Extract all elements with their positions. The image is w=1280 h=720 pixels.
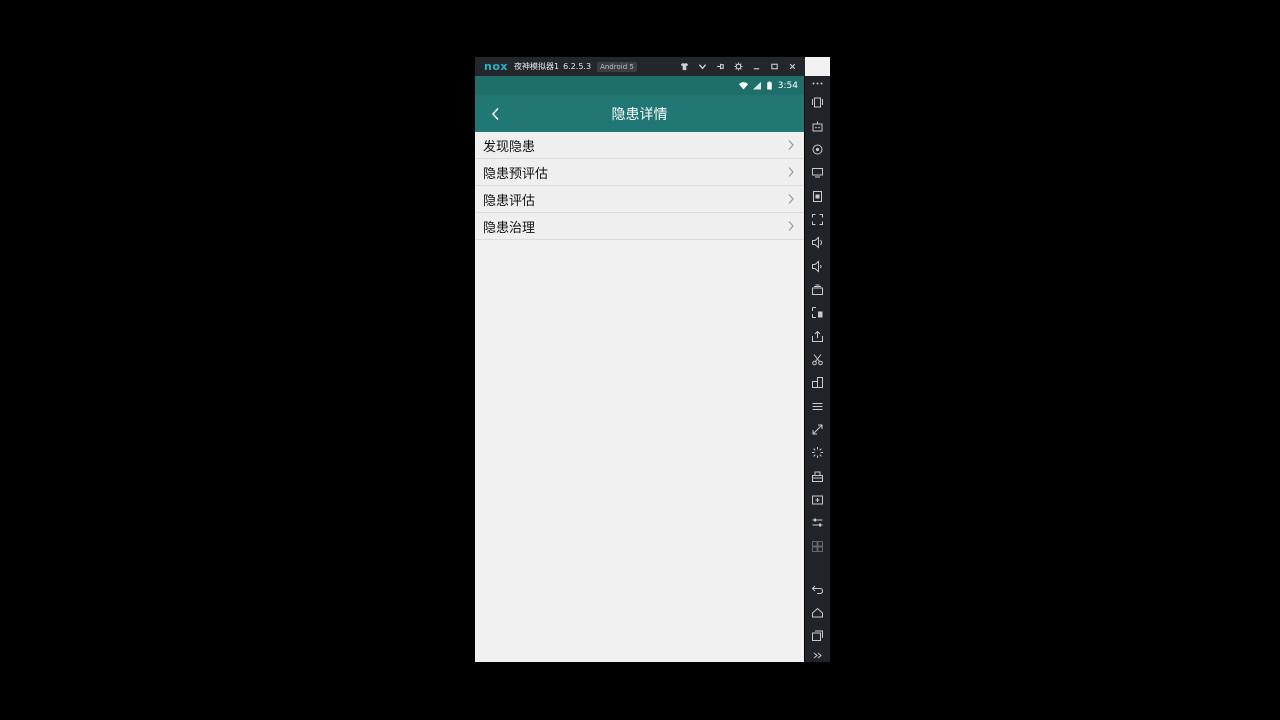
app-version: 6.2.5.3	[563, 62, 592, 71]
battery-icon	[767, 81, 772, 90]
list-item-assessment[interactable]: 隐患评估	[475, 186, 804, 213]
multi-window-icon[interactable]	[811, 376, 824, 389]
fullscreen-icon[interactable]	[811, 213, 824, 226]
sliders-icon[interactable]	[811, 516, 824, 529]
chevron-right-icon	[788, 140, 794, 150]
cut-icon[interactable]	[811, 353, 824, 366]
screenshot-record-icon[interactable]	[811, 306, 824, 319]
expand-toolbar-icon[interactable]	[811, 649, 824, 662]
wifi-icon	[738, 82, 748, 90]
recent-apps-icon[interactable]	[811, 629, 824, 642]
chevron-right-icon	[788, 167, 794, 177]
grid-disabled-icon	[811, 540, 824, 553]
add-icon[interactable]	[811, 493, 824, 506]
file-share-icon[interactable]	[811, 330, 824, 343]
minimize-icon[interactable]	[747, 57, 765, 76]
toolbox-icon[interactable]	[811, 470, 824, 483]
toolbar-header	[805, 57, 830, 76]
status-bar: 3:54	[475, 76, 804, 95]
shake-icon[interactable]	[811, 96, 824, 109]
signal-icon	[752, 81, 761, 90]
list-item-discover-hazard[interactable]: 发现隐患	[475, 132, 804, 159]
chevron-right-icon	[788, 221, 794, 231]
list-item-label: 隐患预评估	[483, 166, 549, 182]
maximize-icon[interactable]	[765, 57, 783, 76]
app-bar: 隐患详情	[475, 95, 804, 132]
chevron-right-icon	[788, 194, 794, 204]
volume-up-icon[interactable]	[811, 236, 824, 249]
hazard-detail-list: 发现隐患 隐患预评估 隐患评估 隐患治理	[475, 132, 804, 240]
titlebar-controls	[675, 57, 801, 76]
page-title: 隐患详情	[611, 106, 668, 123]
pin-icon[interactable]	[711, 57, 729, 76]
close-icon[interactable]	[783, 57, 801, 76]
list-item-pre-assessment[interactable]: 隐患预评估	[475, 159, 804, 186]
android-version-badge: Android 5	[597, 61, 637, 72]
list-item-label: 隐患评估	[483, 193, 536, 209]
list-item-label: 发现隐患	[483, 139, 536, 155]
android-screen: 3:54 隐患详情 发现隐患 隐患预评估 隐患评估 隐患治理	[475, 76, 804, 662]
emulator-titlebar[interactable]: nox 夜神模拟器1 6.2.5.3 Android 5	[475, 57, 805, 76]
back-nav-icon[interactable]	[811, 583, 824, 596]
screen-icon[interactable]	[811, 166, 824, 179]
robot-icon[interactable]	[811, 120, 824, 133]
volume-down-icon[interactable]	[811, 260, 824, 273]
resize-icon[interactable]	[811, 423, 824, 436]
menu-icon[interactable]	[811, 400, 824, 413]
home-nav-icon[interactable]	[811, 606, 824, 619]
apk-install-icon[interactable]	[811, 190, 824, 203]
emulator-window: nox 夜神模拟器1 6.2.5.3 Android 5 3:54 隐患详情 发…	[475, 57, 830, 662]
gear-icon[interactable]	[729, 57, 747, 76]
list-item-remediation[interactable]: 隐患治理	[475, 213, 804, 240]
chevron-down-icon[interactable]	[693, 57, 711, 76]
location-icon[interactable]	[811, 143, 824, 156]
multi-instance-icon[interactable]	[811, 283, 824, 296]
loading-icon[interactable]	[811, 446, 824, 459]
status-time: 3:54	[777, 80, 798, 91]
nox-logo: nox	[484, 60, 508, 73]
emulator-toolbar	[805, 57, 830, 662]
list-item-label: 隐患治理	[483, 220, 536, 236]
chevron-left-icon	[491, 107, 499, 121]
app-name: 夜神模拟器1	[513, 62, 560, 71]
back-button[interactable]	[485, 103, 507, 125]
more-icon[interactable]	[811, 77, 824, 90]
shirt-icon[interactable]	[675, 57, 693, 76]
